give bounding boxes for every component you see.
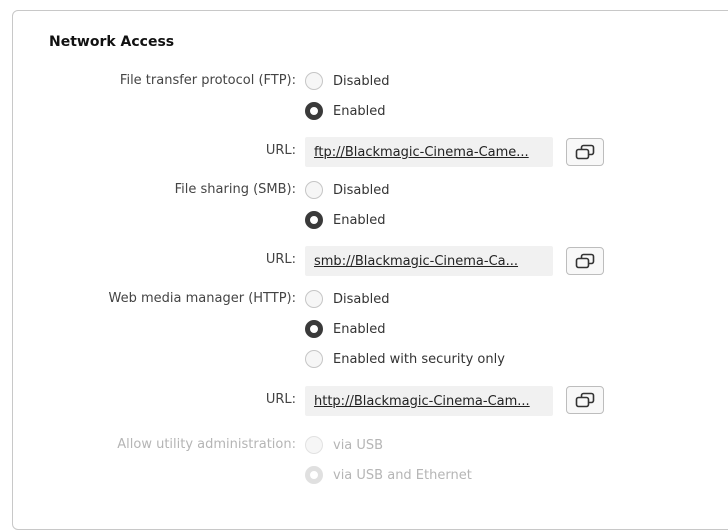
utility-usb-ethernet-label: via USB and Ethernet xyxy=(333,467,472,483)
ftp-disabled-label: Disabled xyxy=(333,73,390,89)
radio-icon[interactable] xyxy=(305,181,323,199)
copy-icon xyxy=(575,253,595,269)
radio-checked-icon xyxy=(305,466,323,484)
http-disabled-label: Disabled xyxy=(333,291,390,307)
ftp-enabled-radio[interactable]: Enabled xyxy=(305,101,386,121)
http-enabled-label: Enabled xyxy=(333,321,386,337)
radio-checked-icon[interactable] xyxy=(305,102,323,120)
smb-disabled-label: Disabled xyxy=(333,182,390,198)
smb-url-label: URL: xyxy=(265,252,296,267)
smb-copy-button[interactable] xyxy=(566,247,604,275)
radio-icon xyxy=(305,436,323,454)
http-enabled-radio[interactable]: Enabled xyxy=(305,319,386,339)
http-url-label: URL: xyxy=(265,392,296,407)
smb-enabled-label: Enabled xyxy=(333,212,386,228)
http-label: Web media manager (HTTP): xyxy=(108,291,296,306)
smb-enabled-radio[interactable]: Enabled xyxy=(305,210,386,230)
utility-usb-label: via USB xyxy=(333,437,384,453)
radio-checked-icon[interactable] xyxy=(305,211,323,229)
ftp-url-label: URL: xyxy=(265,143,296,158)
http-copy-button[interactable] xyxy=(566,386,604,414)
ftp-disabled-radio[interactable]: Disabled xyxy=(305,71,389,91)
utility-usb-ethernet-radio: via USB and Ethernet xyxy=(305,465,472,485)
smb-url-link[interactable]: smb://Blackmagic-Cinema-Ca... xyxy=(305,246,553,276)
http-secure-radio[interactable]: Enabled with security only xyxy=(305,349,505,369)
http-disabled-radio[interactable]: Disabled xyxy=(305,289,389,309)
utility-usb-radio: via USB xyxy=(305,435,383,455)
utility-label: Allow utility administration: xyxy=(117,437,296,452)
radio-icon[interactable] xyxy=(305,350,323,368)
http-secure-label: Enabled with security only xyxy=(333,351,505,367)
ftp-enabled-label: Enabled xyxy=(333,103,386,119)
copy-icon xyxy=(575,144,595,160)
radio-icon[interactable] xyxy=(305,72,323,90)
ftp-url-link[interactable]: ftp://Blackmagic-Cinema-Came... xyxy=(305,137,553,167)
smb-disabled-radio[interactable]: Disabled xyxy=(305,180,389,200)
radio-icon[interactable] xyxy=(305,290,323,308)
ftp-label: File transfer protocol (FTP): xyxy=(119,73,296,88)
http-url-link[interactable]: http://Blackmagic-Cinema-Cam... xyxy=(305,386,553,416)
smb-label: File sharing (SMB): xyxy=(174,182,296,197)
copy-icon xyxy=(575,392,595,408)
ftp-copy-button[interactable] xyxy=(566,138,604,166)
section-title: Network Access xyxy=(49,34,175,50)
radio-checked-icon[interactable] xyxy=(305,320,323,338)
